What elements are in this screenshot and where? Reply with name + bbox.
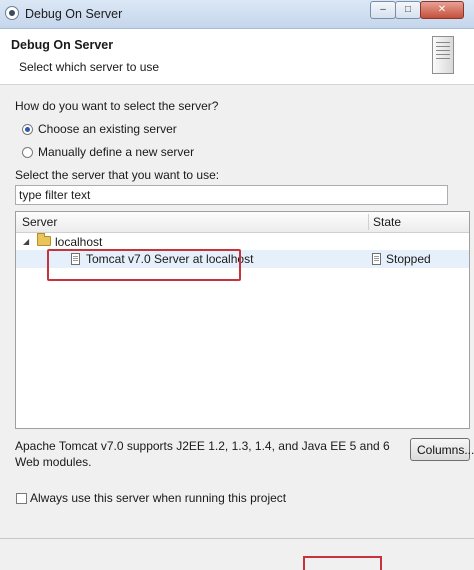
always-use-option[interactable]: Always use this server when running this… [16,491,286,505]
folder-icon [37,233,51,246]
wizard-title: Debug On Server [11,38,114,52]
server-description: Apache Tomcat v7.0 supports J2EE 1.2, 1.… [15,439,390,469]
highlight-annotation-bottom [303,556,382,570]
table-header: Server State [16,212,469,233]
minimize-button[interactable]: – [370,1,396,19]
always-use-label: Always use this server when running this… [30,491,287,505]
column-header-server[interactable]: Server [22,215,57,229]
radio-button-checked[interactable] [22,123,33,135]
column-header-state[interactable]: State [373,215,401,229]
wizard-header: Debug On Server Select which server to u… [0,29,474,85]
highlight-annotation [47,249,241,281]
radio-existing-server[interactable]: Choose an existing server [22,122,177,136]
radio-manual-label: Manually define a new server [38,145,195,159]
wizard-subtitle: Select which server to use [19,60,160,74]
radio-existing-label: Choose an existing server [38,122,177,136]
expand-arrow-icon[interactable]: ◢ [23,237,29,246]
filter-input[interactable] [15,185,448,205]
eclipse-app-icon [5,6,19,20]
server-select-label: Select the server that you want to use: [15,168,220,182]
server-table[interactable]: Server State ◢ localhost Tomcat v7.0 Ser… [15,211,470,429]
close-button[interactable]: ✕ [420,1,464,19]
columns-button[interactable]: Columns... [410,438,474,461]
radio-manual-server[interactable]: Manually define a new server [22,145,194,159]
column-divider[interactable] [368,214,369,230]
window-title: Debug On Server [25,7,123,21]
server-state: Stopped [386,252,431,266]
selection-question: How do you want to select the server? [15,99,219,113]
window-controls: – □ ✕ [370,1,464,19]
radio-button[interactable] [22,146,33,158]
localhost-label: localhost [55,235,103,249]
title-bar: Debug On Server – □ ✕ [0,0,474,29]
checkbox[interactable] [16,492,27,504]
state-icon [372,253,381,265]
maximize-button[interactable]: □ [395,1,421,19]
button-bar-divider [0,538,474,539]
server-banner-icon [432,36,454,74]
